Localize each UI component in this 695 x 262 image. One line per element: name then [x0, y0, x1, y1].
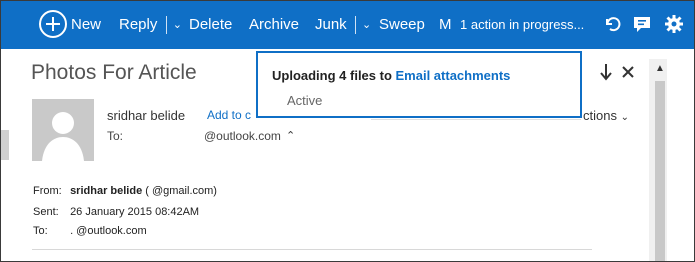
sent-value: 26 January 2015 08:42AM: [70, 206, 200, 218]
sender-name[interactable]: sridhar belide: [107, 108, 185, 123]
chat-icon[interactable]: [631, 13, 653, 35]
arrow-down-icon[interactable]: [599, 63, 613, 81]
from-row: From: sridhar belide ( @gmail.com): [33, 185, 217, 197]
from-name: sridhar belide: [70, 185, 143, 197]
to2-label: To:: [33, 225, 48, 237]
to2-value: . @outlook.com: [70, 225, 147, 237]
gear-icon[interactable]: [663, 13, 685, 35]
chevron-down-icon[interactable]: ⌄: [362, 1, 371, 49]
left-scroll-edge: [1, 130, 9, 160]
more-button[interactable]: M: [439, 1, 452, 49]
chevron-down-icon: ⌄: [620, 112, 629, 123]
app-window: New Reply ⌄ Delete Archive Junk ⌄ Sweep …: [0, 0, 695, 262]
actions-label: ctions: [583, 108, 617, 123]
to-label: To:: [107, 129, 124, 143]
email-attachments-link[interactable]: Email attachments: [396, 68, 511, 83]
expand-header-icon[interactable]: ⌃: [286, 129, 295, 142]
chevron-down-icon[interactable]: ⌄: [173, 1, 182, 49]
toast-title-prefix: Uploading 4 files to: [272, 68, 396, 83]
command-bar: New Reply ⌄ Delete Archive Junk ⌄ Sweep …: [1, 1, 694, 49]
delete-button[interactable]: Delete: [189, 1, 232, 49]
header-divider: [371, 119, 581, 120]
reply-label: Reply: [119, 16, 158, 33]
from-label: From:: [33, 185, 62, 197]
junk-button[interactable]: Junk ⌄: [315, 1, 371, 49]
from-email: ( @gmail.com): [145, 185, 217, 197]
junk-label: Junk: [315, 16, 347, 33]
upload-toast: Uploading 4 files to Email attachments A…: [256, 51, 582, 118]
reply-button[interactable]: Reply ⌄: [119, 1, 182, 49]
scrollbar-thumb[interactable]: [655, 81, 665, 261]
toast-title: Uploading 4 files to Email attachments: [272, 68, 510, 83]
new-button[interactable]: New: [71, 1, 101, 49]
add-to-contacts-link[interactable]: Add to c: [207, 108, 251, 122]
person-silhouette-icon: [42, 112, 84, 161]
toast-status: Active: [287, 93, 323, 108]
divider: [354, 16, 356, 35]
divider: [165, 16, 167, 35]
email-subject: Photos For Article: [31, 61, 197, 84]
scroll-up-arrow-icon[interactable]: ▲: [655, 63, 665, 74]
sweep-button[interactable]: Sweep: [379, 1, 425, 49]
undo-icon[interactable]: [601, 13, 623, 35]
close-icon[interactable]: [621, 65, 635, 79]
body-divider: [32, 249, 592, 250]
to-recipient[interactable]: @outlook.com: [204, 129, 281, 143]
avatar: [32, 99, 94, 161]
to-row: To: . @outlook.com: [33, 225, 147, 237]
sent-row: Sent: 26 January 2015 08:42AM: [33, 206, 199, 218]
plus-circle-icon[interactable]: [39, 10, 67, 38]
progress-status[interactable]: 1 action in progress...: [460, 1, 584, 49]
actions-menu[interactable]: ctions ⌄: [583, 108, 629, 123]
sent-label: Sent:: [33, 206, 59, 218]
archive-button[interactable]: Archive: [249, 1, 299, 49]
